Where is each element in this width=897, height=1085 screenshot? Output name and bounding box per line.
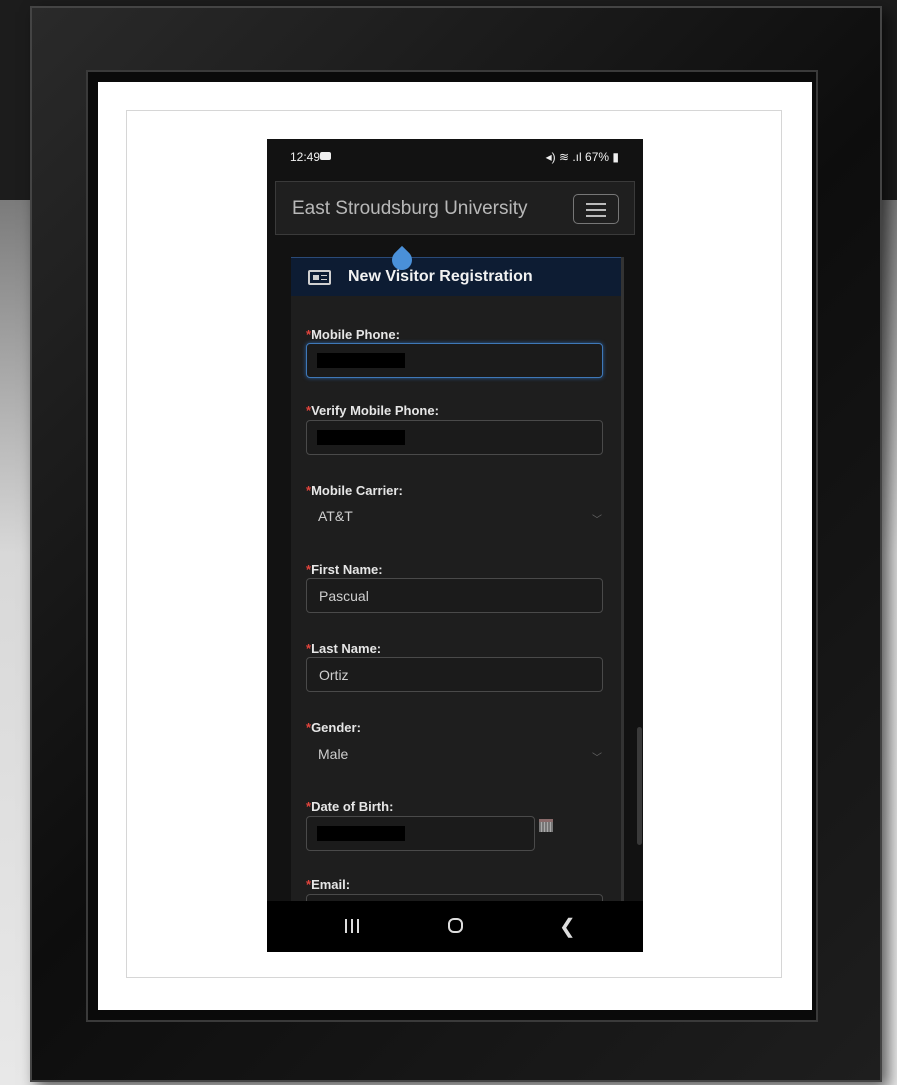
card-title: New Visitor Registration: [348, 268, 533, 285]
date-of-birth-input[interactable]: [306, 816, 535, 851]
phone-screenshot: 12:49 ◂) ≋ .ıl 67% ▮ East Stroudsburg Un…: [267, 139, 643, 952]
registration-card: New Visitor Registration *Mobile Phone: …: [291, 257, 624, 921]
hamburger-menu-icon[interactable]: [573, 194, 619, 224]
battery-level: 67%: [585, 150, 610, 164]
id-card-icon: [308, 270, 331, 285]
calendar-icon[interactable]: [539, 819, 553, 832]
hamburger-line: [586, 215, 606, 217]
last-name-label-text: Last Name:: [311, 641, 382, 656]
mobile-carrier-label: *Mobile Carrier:: [306, 483, 403, 498]
chevron-down-icon[interactable]: ﹀: [592, 511, 602, 526]
date-of-birth-label: *Date of Birth:: [306, 799, 393, 814]
recents-bar: [351, 919, 353, 933]
home-icon[interactable]: [448, 918, 463, 933]
verify-mobile-phone-label: *Verify Mobile Phone:: [306, 403, 439, 418]
redacted-value: [317, 826, 405, 841]
redacted-value: [317, 353, 405, 368]
screen-record-icon: [320, 152, 331, 160]
last-name-value: Ortiz: [319, 667, 349, 683]
recents-bar: [357, 919, 359, 933]
status-time: 12:49: [290, 150, 321, 164]
chevron-down-icon[interactable]: ﹀: [592, 749, 602, 764]
mobile-carrier-select[interactable]: AT&T: [318, 508, 353, 524]
android-nav-bar: ❮: [267, 901, 643, 952]
site-navbar: East Stroudsburg University: [275, 181, 635, 235]
verify-mobile-phone-label-text: Verify Mobile Phone:: [311, 403, 439, 418]
last-name-label: *Last Name:: [306, 641, 381, 656]
gender-select[interactable]: Male: [318, 746, 348, 762]
hamburger-line: [586, 203, 606, 205]
back-icon[interactable]: ❮: [559, 914, 576, 939]
email-label-text: Email:: [311, 877, 351, 892]
battery-icon: ▮: [609, 150, 619, 164]
mobile-phone-input[interactable]: [306, 343, 603, 378]
hamburger-line: [586, 209, 606, 211]
mobile-carrier-label-text: Mobile Carrier:: [311, 483, 403, 498]
first-name-label-text: First Name:: [311, 562, 383, 577]
navbar-brand[interactable]: East Stroudsburg University: [292, 198, 528, 220]
gender-label: *Gender:: [306, 720, 361, 735]
recent-apps-icon[interactable]: [345, 919, 359, 933]
gender-label-text: Gender:: [311, 720, 361, 735]
first-name-label: *First Name:: [306, 562, 383, 577]
email-label: *Email:: [306, 877, 350, 892]
date-of-birth-label-text: Date of Birth:: [311, 799, 394, 814]
verify-mobile-phone-input[interactable]: [306, 420, 603, 455]
status-bar: 12:49 ◂) ≋ .ıl 67% ▮: [267, 139, 643, 169]
last-name-input[interactable]: Ortiz: [306, 657, 603, 692]
recents-bar: [345, 919, 347, 933]
first-name-value: Pascual: [319, 588, 369, 604]
redacted-value: [317, 430, 405, 445]
scrollbar-thumb[interactable]: [637, 727, 642, 845]
first-name-input[interactable]: Pascual: [306, 578, 603, 613]
status-indicators: ◂) ≋ .ıl 67% ▮: [546, 150, 619, 164]
mobile-phone-label: *Mobile Phone:: [306, 327, 400, 342]
mobile-phone-label-text: Mobile Phone:: [311, 327, 400, 342]
signal-wifi-icon: ◂) ≋ .ıl: [545, 150, 586, 164]
card-header: New Visitor Registration: [291, 257, 621, 296]
